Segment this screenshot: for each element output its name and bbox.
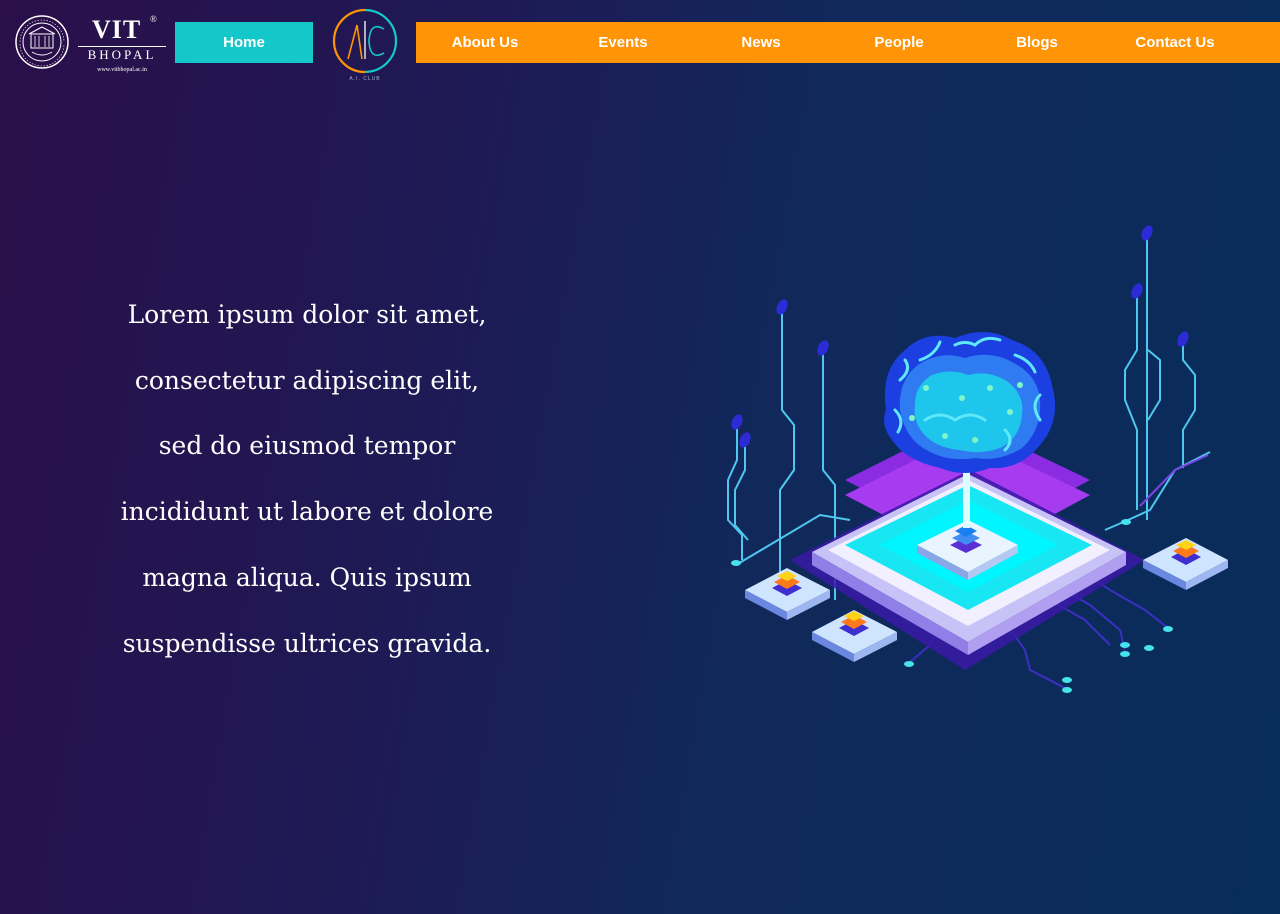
hero-line: consectetur adipiscing elit, [134, 365, 480, 395]
hero-line: magna aliqua. Quis ipsum [142, 562, 472, 592]
college-logo-name: VIT [92, 15, 142, 44]
college-logo-website: www.vitbhopal.ac.in [97, 67, 147, 73]
nav-blogs[interactable]: Blogs [968, 22, 1106, 63]
club-logo-caption: A.I. CLUB [349, 76, 381, 82]
college-seal-icon [15, 15, 69, 69]
hero-text: Lorem ipsum dolor sit amet, consectetur … [70, 282, 544, 676]
college-logo[interactable]: VIT ® BHOPAL www.vitbhopal.ac.in [12, 12, 168, 76]
registered-mark: ® [150, 14, 157, 24]
hero-line: suspendisse ultrices gravida. [122, 628, 492, 658]
hero-line: incididunt ut labore et dolore [120, 497, 494, 527]
club-logo-icon [332, 8, 398, 74]
ai-brain-chip-icon [727, 225, 1228, 693]
hero-line: sed do eiusmod tempor [158, 431, 456, 461]
nav-news[interactable]: News [692, 22, 830, 63]
club-logo[interactable]: A.I. CLUB [330, 7, 400, 85]
hero-line: Lorem ipsum dolor sit amet, [127, 300, 487, 329]
home-button[interactable]: Home [175, 22, 313, 63]
nav-events[interactable]: Events [554, 22, 692, 63]
nav-people[interactable]: People [830, 22, 968, 63]
main-nav: About Us Events News People Blogs Contac… [416, 22, 1280, 63]
nav-about-us[interactable]: About Us [416, 22, 554, 63]
college-logo-city: BHOPAL [87, 47, 157, 62]
nav-contact-us[interactable]: Contact Us [1106, 22, 1244, 63]
